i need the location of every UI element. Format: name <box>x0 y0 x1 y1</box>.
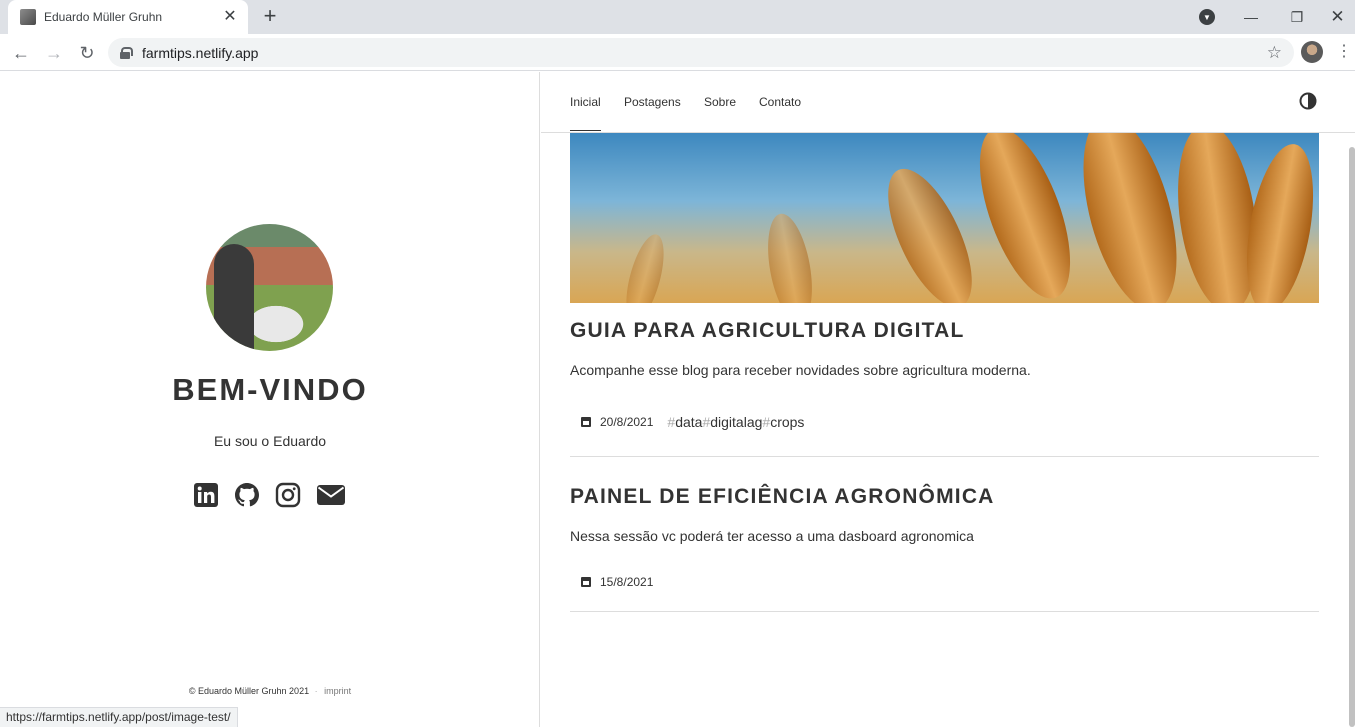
linkedin-icon[interactable] <box>193 482 219 508</box>
page: BEM-VINDO Eu sou o Eduardo © Eduardo Mül… <box>0 72 1355 727</box>
post-tags: #data#digitalag#crops <box>667 414 804 430</box>
nav-item-contato[interactable]: Contato <box>759 95 801 109</box>
top-navigation: Inicial Postagens Sobre Contato <box>541 72 1355 133</box>
reload-icon[interactable]: ↻ <box>74 40 100 66</box>
scrollbar[interactable] <box>1349 147 1355 727</box>
favicon-icon <box>20 9 36 25</box>
new-tab-icon[interactable]: + <box>258 5 282 29</box>
footer-copyright: © Eduardo Müller Gruhn 2021 <box>188 686 310 696</box>
browser-tab[interactable]: Eduardo Müller Gruhn ✕ <box>8 0 248 34</box>
avatar-person-shape <box>214 244 254 351</box>
address-bar[interactable]: farmtips.netlify.app ☆ <box>108 38 1294 67</box>
profile-avatar-icon[interactable] <box>1301 41 1323 63</box>
hero-subtitle: Eu sou o Eduardo <box>213 433 327 449</box>
close-window-icon[interactable]: ✕ <box>1320 0 1355 34</box>
post-divider <box>570 611 1319 612</box>
tag-link[interactable]: #digitalag <box>702 414 762 430</box>
calendar-icon <box>581 417 591 427</box>
lock-icon[interactable] <box>120 46 133 59</box>
post-meta: 20/8/2021 #data#digitalag#crops <box>581 414 804 430</box>
nav-item-inicial[interactable]: Inicial <box>570 95 601 131</box>
post-date: 15/8/2021 <box>600 575 654 589</box>
close-icon[interactable]: ✕ <box>222 9 238 25</box>
post-title[interactable]: PAINEL DE EFICIÊNCIA AGRONÔMICA <box>570 485 995 509</box>
email-icon[interactable] <box>316 482 346 508</box>
browser-menu-icon[interactable]: ⋮ <box>1336 42 1352 62</box>
post-title[interactable]: GUIA PARA AGRICULTURA DIGITAL <box>570 319 965 343</box>
url-text[interactable]: farmtips.netlify.app <box>142 45 258 61</box>
post-date: 20/8/2021 <box>600 415 654 429</box>
footer-separator: · <box>314 686 318 696</box>
github-icon[interactable] <box>234 482 260 508</box>
instagram-icon[interactable] <box>275 482 301 508</box>
post-meta: 15/8/2021 <box>581 575 653 589</box>
tab-title: Eduardo Müller Gruhn <box>44 10 163 24</box>
calendar-icon <box>581 577 591 587</box>
post-banner-image[interactable] <box>570 133 1319 303</box>
profile-sidebar: BEM-VINDO Eu sou o Eduardo © Eduardo Mül… <box>0 72 540 727</box>
avatar <box>206 224 333 351</box>
post-summary: Nessa sessão vc poderá ter acesso a uma … <box>570 528 974 544</box>
browser-toolbar: ← → ↻ farmtips.netlify.app ☆ ⋮ <box>0 34 1355 71</box>
post-summary: Acompanhe esse blog para receber novidad… <box>570 362 1031 378</box>
footer: © Eduardo Müller Gruhn 2021 · imprint <box>0 686 540 696</box>
page-title: BEM-VINDO <box>172 372 368 407</box>
tag-link[interactable]: #data <box>667 414 702 430</box>
forward-icon[interactable]: → <box>41 40 67 66</box>
back-icon[interactable]: ← <box>8 40 34 66</box>
imprint-link[interactable]: imprint <box>324 686 351 696</box>
tab-search-icon[interactable]: ▼ <box>1199 9 1215 25</box>
nav-item-postagens[interactable]: Postagens <box>624 95 681 109</box>
nav-item-sobre[interactable]: Sobre <box>704 95 736 109</box>
restore-icon[interactable]: ❐ <box>1274 0 1320 34</box>
browser-tabbar: Eduardo Müller Gruhn ✕ + ▼ — ❐ ✕ <box>0 0 1355 34</box>
status-bar-url: https://farmtips.netlify.app/post/image-… <box>0 707 238 727</box>
post-divider <box>570 456 1319 457</box>
minimize-icon[interactable]: — <box>1228 0 1274 34</box>
bookmark-star-icon[interactable]: ☆ <box>1267 43 1282 63</box>
theme-toggle-icon[interactable] <box>1299 92 1317 110</box>
tag-link[interactable]: #crops <box>762 414 804 430</box>
main-content: Inicial Postagens Sobre Contato GUIA PAR… <box>541 72 1355 727</box>
social-links <box>193 482 346 508</box>
